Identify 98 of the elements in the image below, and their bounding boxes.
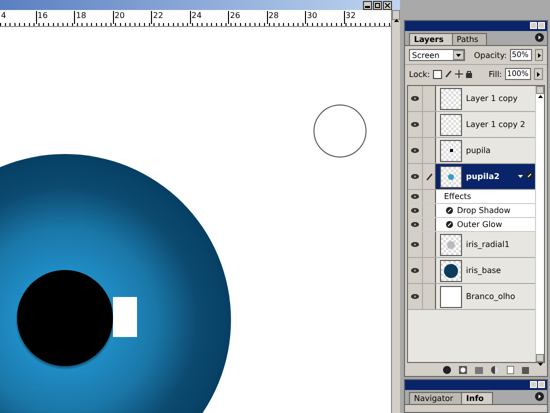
effect-icon (446, 221, 453, 228)
link-cell[interactable] (423, 204, 436, 217)
visibility-toggle[interactable] (408, 218, 423, 231)
brush-icon[interactable] (444, 70, 452, 78)
ruler-label: 32 (344, 11, 356, 24)
panel-menu-icon[interactable] (535, 392, 544, 401)
opacity-label: Opacity: (474, 50, 507, 60)
visibility-toggle[interactable] (408, 112, 423, 137)
fill-slider-button[interactable] (534, 68, 543, 80)
visibility-toggle[interactable] (408, 138, 423, 163)
layer-thumbnail (440, 286, 462, 308)
visibility-toggle[interactable] (408, 190, 423, 203)
right-arrow-icon (536, 52, 542, 58)
eye-icon[interactable] (411, 294, 419, 299)
eye-icon[interactable] (411, 208, 419, 213)
panel-tab[interactable]: Navigator (409, 392, 462, 404)
ruler-label: 22 (151, 11, 164, 24)
layer-row[interactable]: iris_radial1 (408, 232, 536, 258)
layer-name: Layer 1 copy (466, 94, 519, 103)
visibility-toggle[interactable] (408, 164, 423, 189)
link-cell[interactable] (423, 86, 436, 111)
adjustment-icon[interactable] (491, 366, 499, 374)
eye-icon[interactable] (411, 96, 419, 101)
layer-style-icon[interactable] (443, 366, 451, 374)
blur-dot-icon (447, 240, 455, 248)
minimize-button[interactable] (363, 0, 372, 10)
panel-tab[interactable]: Info (461, 392, 493, 404)
eye-icon[interactable] (411, 174, 419, 179)
link-cell[interactable] (423, 190, 436, 203)
link-cell[interactable] (423, 164, 436, 189)
mask-icon[interactable] (459, 366, 467, 374)
close-button[interactable] (383, 0, 392, 10)
layer-row[interactable]: Branco_olho (408, 284, 536, 310)
right-arrow-icon (536, 72, 541, 76)
ruler-label: 26 (228, 11, 240, 24)
opacity-slider-button[interactable] (535, 49, 543, 61)
layer-row[interactable]: Layer 1 copy 2 (408, 112, 536, 138)
layer-name: pupila (466, 146, 492, 155)
visibility-toggle[interactable] (408, 284, 423, 309)
visibility-toggle[interactable] (408, 232, 423, 257)
effect-icon (446, 207, 453, 214)
panel-menu-icon[interactable] (535, 33, 544, 42)
fill-label: Fill: (488, 70, 502, 78)
move-icon[interactable] (454, 70, 463, 78)
eye-icon[interactable] (411, 148, 419, 153)
effect-icon (526, 172, 533, 179)
new-layer-icon[interactable] (507, 366, 514, 374)
layer-name: Branco_olho (466, 292, 516, 301)
link-cell[interactable] (423, 218, 436, 231)
eye-icon[interactable] (411, 122, 419, 127)
link-cell[interactable] (423, 284, 436, 309)
lock-label: Lock: (409, 70, 430, 78)
blend-mode-dropdown[interactable]: Screen (409, 49, 465, 61)
ruler-label: 20 (112, 11, 125, 24)
eye-icon[interactable] (411, 194, 419, 199)
layer-name: iris_base (466, 266, 502, 275)
eye-icon[interactable] (411, 222, 419, 227)
up-arrow-icon (394, 18, 398, 23)
link-cell[interactable] (423, 258, 436, 283)
down-arrow-icon (538, 362, 542, 367)
eye-icon[interactable] (411, 242, 419, 247)
ruler-label: 16 (36, 11, 48, 24)
layer-row[interactable]: pupila (408, 138, 536, 164)
panel-tab[interactable]: Layers (409, 33, 453, 45)
visibility-toggle[interactable] (408, 204, 423, 217)
link-cell[interactable] (423, 138, 436, 163)
dot-icon (448, 174, 454, 180)
lock-icon[interactable] (466, 70, 472, 78)
up-arrow-icon (538, 94, 542, 99)
disc-icon (444, 264, 458, 278)
visibility-toggle[interactable] (408, 258, 423, 283)
ruler-label: 28 (266, 11, 279, 24)
maximize-button[interactable] (373, 0, 382, 10)
effects-label: Effects (443, 192, 472, 201)
ruler-label: 30 (305, 11, 318, 24)
circle-outline (314, 104, 366, 158)
eye-icon[interactable] (411, 268, 419, 273)
link-cell[interactable] (423, 112, 436, 137)
layer-row[interactable]: Layer 1 copy (408, 86, 536, 112)
layer-row[interactable]: iris_base (408, 258, 536, 284)
layer-name: iris_radial1 (466, 240, 511, 249)
visibility-toggle[interactable] (408, 86, 423, 111)
ruler-label: 24 (190, 11, 202, 24)
maximize-icon (375, 2, 380, 8)
caret-icon[interactable] (518, 175, 523, 178)
close-icon (385, 2, 390, 8)
ruler-label: 4 (0, 11, 6, 22)
link-cell[interactable] (423, 232, 436, 257)
layer-row[interactable]: pupila2 (408, 164, 536, 190)
layer-thumbnail (440, 88, 462, 110)
panel-tab[interactable]: Paths (452, 33, 488, 45)
ruler-label: 18 (74, 11, 86, 24)
lock-transparency-checkbox[interactable] (432, 70, 442, 78)
layer-thumbnail (440, 114, 462, 136)
layer-name: Layer 1 copy 2 (466, 120, 526, 129)
brush-icon (426, 172, 432, 180)
down-arrow-icon (456, 52, 461, 58)
layer-name: pupila2 (466, 172, 501, 181)
